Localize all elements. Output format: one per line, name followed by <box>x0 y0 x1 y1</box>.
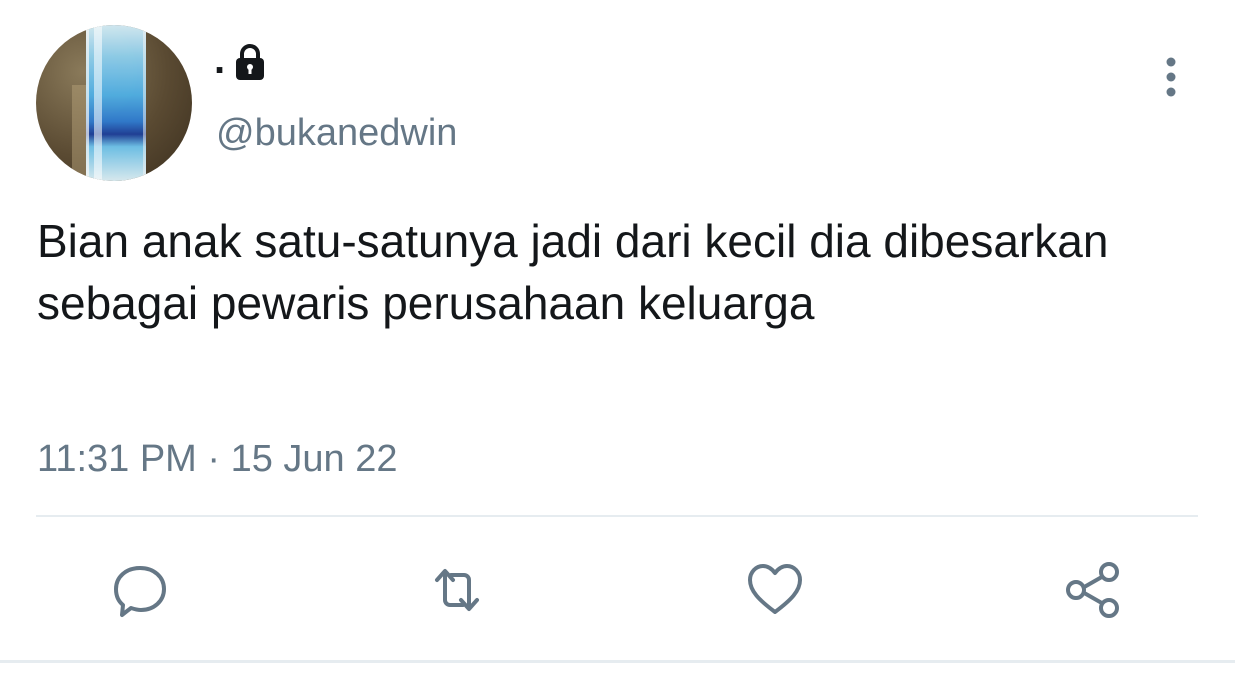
avatar-glass-shine <box>94 25 102 181</box>
tweet-card: . @bukanedwin Bian anak satu-satunya jad… <box>0 0 1235 681</box>
more-vertical-icon[interactable] <box>1158 52 1184 102</box>
username[interactable]: @bukanedwin <box>216 110 457 156</box>
bottom-divider <box>0 660 1235 663</box>
reply-icon <box>114 566 166 617</box>
display-name[interactable]: . <box>214 38 265 86</box>
tweet-timestamp[interactable]: 11:31 PM · 15 Jun 22 <box>37 436 398 482</box>
divider <box>36 515 1198 517</box>
retweet-icon <box>435 569 479 611</box>
share-button[interactable] <box>1063 560 1123 620</box>
share-icon <box>1066 562 1119 618</box>
retweet-button[interactable] <box>427 560 487 620</box>
avatar[interactable] <box>36 25 192 181</box>
lock-icon <box>236 44 265 80</box>
tweet-text: Bian anak satu-satunya jadi dari kecil d… <box>37 215 1109 329</box>
heart-icon <box>748 564 802 614</box>
like-button[interactable] <box>745 560 805 620</box>
reply-button[interactable] <box>110 560 170 620</box>
display-name-text: . <box>214 38 226 82</box>
